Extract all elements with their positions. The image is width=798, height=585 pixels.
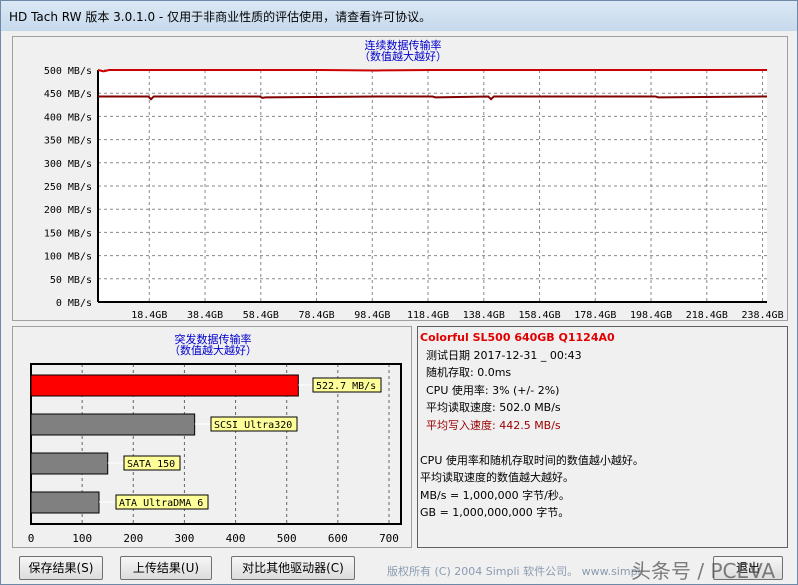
random-access: 随机存取: 0.0ms <box>426 366 512 379</box>
y-tick-label: 500 MB/s <box>44 66 92 77</box>
save-results-button[interactable]: 保存结果(S) <box>19 556 103 580</box>
bar-label: SATA 150 <box>127 459 175 470</box>
x-tick-label: 78.4GB <box>298 310 334 321</box>
x-tick-label: 400 <box>226 532 246 545</box>
cpu-usage: CPU 使用率: 3% (+/- 2%) <box>426 383 560 397</box>
sequential-chart: 500 MB/s 450 MB/s 400 MB/s 350 MB/s 300 MB/s… <box>44 66 784 321</box>
y-tick-label: 400 MB/s <box>44 112 92 123</box>
y-tick-label: 50 MB/s <box>50 275 92 286</box>
x-tick-label: 300 <box>174 532 194 545</box>
avg-write: 平均写入速度: 442.5 MB/s <box>426 418 561 432</box>
bar-label: 522.7 MB/s <box>316 381 376 392</box>
bar-label: ATA UltraDMA 6 <box>119 498 203 509</box>
y-tick-label: 450 MB/s <box>44 89 92 100</box>
x-tick-label: 200 <box>123 532 143 545</box>
test-date: 测试日期 2017-12-31 _ 00:43 <box>426 348 582 362</box>
compare-drives-button[interactable]: 对比其他驱动器(C) <box>231 556 355 580</box>
note-gb: GB = 1,000,000,000 字节。 <box>420 506 570 519</box>
bar <box>30 452 109 475</box>
y-tick-label: 0 MB/s <box>56 298 92 309</box>
y-tick-label: 200 MB/s <box>44 205 92 216</box>
y-tick-label: 300 MB/s <box>44 159 92 170</box>
avg-read: 平均读取速度: 502.0 MB/s <box>426 401 561 414</box>
x-tick-label: 38.4GB <box>187 310 223 321</box>
watermark: 头条号 / PCEVA <box>631 559 776 583</box>
title-bar: HD Tach RW 版本 3.0.1.0 - 仅用于非商业性质的评估使用，请查… <box>1 1 797 31</box>
info-panel: Colorful SL500 640GB Q1124A0 测试日期 2017-1… <box>417 326 788 548</box>
plot-area <box>98 70 767 302</box>
drive-name: Colorful SL500 640GB Q1124A0 <box>420 331 615 344</box>
x-tick-label: 118.4GB <box>407 310 449 321</box>
y-tick-label: 350 MB/s <box>44 136 92 147</box>
x-tick-label: 158.4GB <box>518 310 560 321</box>
burst-panel: 突发数据传输率 （数值越大越好） 0 100 200 300 400 500 600 700 52… <box>12 326 412 548</box>
x-tick-label: 600 <box>328 532 348 545</box>
sequential-panel: 连续数据传输率 （数值越大越好） 500 MB/s 450 MB/s 400 MB/s… <box>12 36 788 321</box>
x-tick-label: 700 <box>379 532 399 545</box>
upload-results-button[interactable]: 上传结果(U) <box>120 556 212 580</box>
x-tick-label: 218.4GB <box>686 310 728 321</box>
x-tick-label: 0 <box>28 532 35 545</box>
x-tick-label: 178.4GB <box>574 310 616 321</box>
note-mbs: MB/s = 1,000,000 字节/秒。 <box>420 488 570 502</box>
bar <box>30 374 299 397</box>
x-tick-label: 198.4GB <box>630 310 672 321</box>
note-cpu: CPU 使用率和随机存取时间的数值越小越好。 <box>420 453 644 467</box>
note-read: 平均读取速度的数值越大越好。 <box>420 471 574 484</box>
y-tick-label: 150 MB/s <box>44 228 92 239</box>
x-tick-label: 18.4GB <box>131 310 167 321</box>
bar-label: SCSI Ultra320 <box>214 420 292 431</box>
x-tick-label: 138.4GB <box>463 310 505 321</box>
app-window: HD Tach RW 版本 3.0.1.0 - 仅用于非商业性质的评估使用，请查… <box>0 0 798 585</box>
x-tick-label: 58.4GB <box>243 310 279 321</box>
burst-chart: 0 100 200 300 400 500 600 700 522.7 MB/s SCSI Ult… <box>28 363 402 545</box>
copyright-text: 版权所有 (C) 2004 Simpli 软件公司。 www.simpli <box>387 565 644 578</box>
x-tick-label: 500 <box>277 532 297 545</box>
y-tick-label: 250 MB/s <box>44 182 92 193</box>
y-tick-label: 100 MB/s <box>44 252 92 263</box>
x-tick-label: 100 <box>72 532 92 545</box>
bar <box>30 413 196 436</box>
bar <box>30 491 100 514</box>
x-tick-label: 98.4GB <box>354 310 390 321</box>
x-tick-label: 238.4GB <box>741 310 783 321</box>
